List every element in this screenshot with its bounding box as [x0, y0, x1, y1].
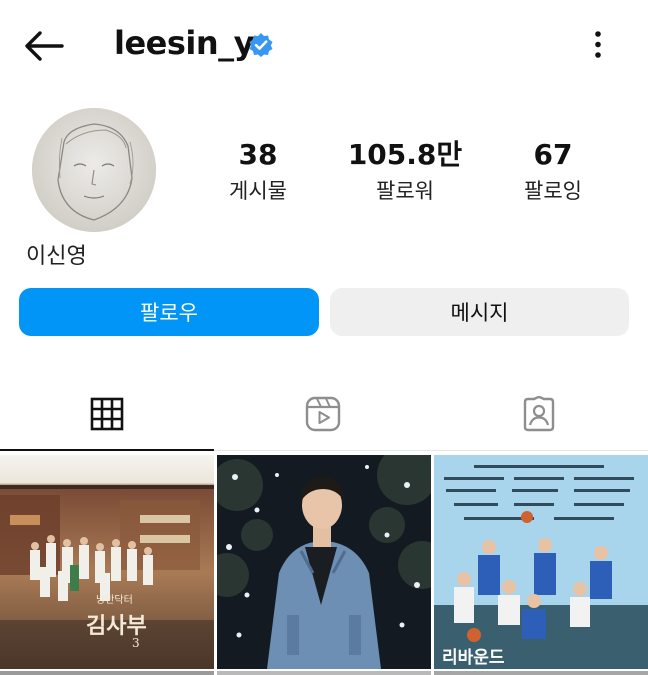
svg-text:낭만닥터: 낭만닥터 [96, 594, 133, 606]
message-button[interactable]: 메시지 [330, 288, 629, 336]
post-thumbnail-row2[interactable] [0, 671, 214, 675]
post-thumbnail[interactable]: 리바운드 [434, 455, 648, 669]
posts-count: 38 게시물 [198, 138, 318, 206]
more-options-button[interactable] [584, 28, 612, 62]
back-button[interactable] [22, 26, 66, 66]
grid-icon [90, 397, 124, 431]
follow-button[interactable]: 팔로우 [19, 288, 319, 336]
post-thumbnail-row2[interactable] [434, 671, 648, 675]
followers-count-label: 팔로워 [376, 179, 434, 203]
svg-text:리바운드: 리바운드 [442, 648, 505, 668]
following-count[interactable]: 67 팔로잉 [493, 138, 613, 206]
post-thumbnail[interactable] [217, 455, 431, 669]
following-count-value: 67 [533, 138, 573, 171]
posts-count-value: 38 [238, 138, 278, 171]
more-vertical-icon [595, 31, 601, 58]
tab-tagged[interactable] [432, 388, 646, 450]
tagged-icon [523, 396, 555, 432]
active-tab-indicator [0, 449, 214, 451]
followers-count[interactable]: 105.8만 팔로워 [345, 138, 465, 206]
tab-reels[interactable] [216, 388, 430, 450]
profile-username: leesin_y [114, 24, 255, 62]
profile-avatar[interactable] [32, 108, 156, 232]
posts-count-label: 게시물 [229, 179, 287, 203]
tab-posts-grid[interactable] [0, 388, 214, 450]
profile-display-name: 이신영 [26, 244, 87, 269]
followers-count-value: 105.8만 [347, 138, 463, 171]
verified-badge-icon [248, 32, 274, 58]
reels-icon [305, 396, 341, 432]
following-count-label: 팔로잉 [524, 179, 582, 203]
post-thumbnail-row2[interactable] [217, 671, 431, 675]
arrow-left-icon [25, 31, 64, 61]
svg-text:3: 3 [132, 636, 140, 650]
post-thumbnail[interactable]: 낭만닥터 김사부 3 [0, 455, 214, 669]
